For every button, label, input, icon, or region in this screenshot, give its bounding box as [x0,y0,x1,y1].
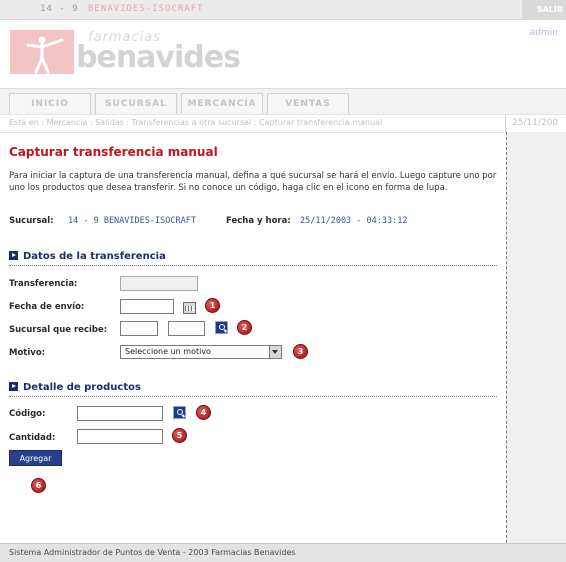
sucursal-recibe-input-1[interactable] [120,321,158,336]
footer-text: Sistema Administrador de Puntos de Venta… [9,548,296,557]
marker-6: 6 [31,478,46,493]
fecha-value: 25/11/2003 - 04:33:12 [300,216,408,226]
fecha-label: Fecha y hora: [226,216,291,226]
section-divider [9,396,497,397]
top-bar: 14 - 9 BENAVIDES-ISOCRAFT SALIR [0,0,566,20]
sucursal-label: Sucursal: [9,216,54,226]
section-title: Detalle de productos [23,382,141,393]
breadcrumb: Está en : Mercancía : Salidas : Transfer… [9,118,383,127]
intro-text: Para iniciar la captura de una transfere… [9,171,497,193]
section-arrow-icon [9,382,18,391]
sucursal-value: 14 - 9 BENAVIDES-ISOCRAFT [68,216,196,226]
section-arrow-icon [9,251,18,260]
motivo-label: Motivo: [9,348,46,358]
marker-3: 3 [293,344,308,359]
header: farmacias benavides admin [0,20,566,88]
section-title: Datos de la transferencia [23,251,166,262]
page-title: Capturar transferencia manual [9,145,218,159]
store-code: 14 - 9 [40,4,79,14]
tab-ventas[interactable]: VENTAS [267,93,349,114]
transferencia-label: Transferencia: [9,279,78,289]
transferencia-input[interactable] [120,276,198,291]
marker-1: 1 [205,298,220,313]
store-name: BENAVIDES-ISOCRAFT [88,4,204,14]
section-datos-transferencia: Datos de la transferencia [9,250,166,262]
tab-mercancia[interactable]: MERCANCÍA [181,93,263,114]
breadcrumb-bar: Está en : Mercancía : Salidas : Transfer… [0,114,566,133]
cantidad-input[interactable] [77,429,163,444]
logo: farmacias benavides [10,30,241,80]
cantidad-label: Cantidad: [9,433,56,443]
logout-button[interactable]: SALIR [522,0,566,19]
sucursal-recibe-input-2[interactable] [168,321,205,336]
marker-4: 4 [196,405,211,420]
user-name[interactable]: admin [530,28,558,38]
search-producto-icon[interactable] [173,406,186,419]
chevron-down-icon[interactable] [269,346,281,358]
section-detalle-productos: Detalle de productos [9,381,141,393]
fecha-envio-label: Fecha de envío: [9,302,85,312]
codigo-label: Código: [9,409,46,419]
tab-inicio[interactable]: INICIO [9,93,91,114]
agregar-button[interactable]: Agregar [9,450,62,466]
divider [505,114,506,132]
motivo-select-value: Seleccione un motivo [125,347,211,356]
marker-5: 5 [172,428,187,443]
section-divider [9,265,497,266]
logo-benavides: benavides [76,40,241,75]
sucursal-recibe-label: Sucursal que recibe: [9,325,108,335]
header-date: 25/11/200 [512,118,559,128]
motivo-select[interactable]: Seleccione un motivo [120,345,282,359]
tab-sucursal[interactable]: SUCURSAL [95,93,177,114]
nav-bar: INICIO SUCURSAL MERCANCÍA VENTAS [0,88,566,115]
marker-2: 2 [237,320,252,335]
search-sucursal-icon[interactable] [215,321,228,334]
codigo-input[interactable] [77,406,163,421]
footer: Sistema Administrador de Puntos de Venta… [0,543,566,562]
fecha-envio-input[interactable] [120,299,174,314]
calendar-icon[interactable] [183,302,196,314]
logo-figure-icon [26,36,64,74]
side-panel [506,132,566,543]
